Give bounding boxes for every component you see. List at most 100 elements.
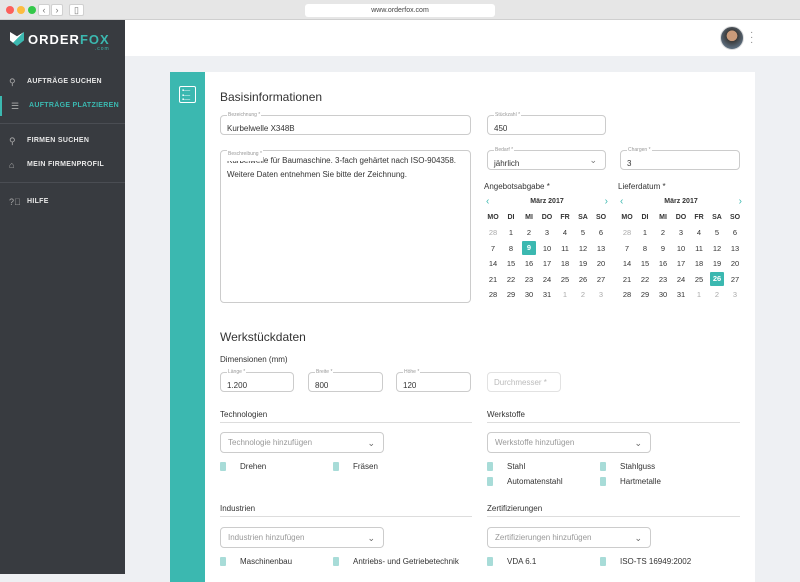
calendar-day[interactable]: 7: [618, 241, 636, 257]
calendar-day[interactable]: 27: [726, 272, 744, 288]
calendar-day[interactable]: 10: [672, 241, 690, 257]
calendar-day[interactable]: 25: [690, 272, 708, 288]
avatar[interactable]: [720, 26, 744, 50]
calendar-day[interactable]: 16: [520, 256, 538, 272]
laenge-field[interactable]: Länge * 1.200: [220, 369, 294, 392]
bedarf-select[interactable]: Bedarf * jährlich ⌄: [487, 147, 606, 170]
calendar-day[interactable]: 25: [556, 272, 574, 288]
calendar-day[interactable]: 27: [592, 272, 610, 288]
calendar-day[interactable]: 24: [538, 272, 556, 288]
trash-icon[interactable]: [333, 462, 339, 471]
calendar-day[interactable]: 30: [654, 287, 672, 303]
chargen-field[interactable]: Chargen * 3: [620, 147, 740, 170]
sidebar-item-hilfe[interactable]: ?⃝ HILFE: [0, 192, 125, 212]
trash-icon[interactable]: [600, 477, 606, 486]
trash-icon[interactable]: [600, 462, 606, 471]
trash-icon[interactable]: [487, 557, 493, 566]
minimize-window-button[interactable]: [17, 6, 25, 14]
calendar-day[interactable]: 16: [654, 256, 672, 272]
durchmesser-field[interactable]: Durchmesser *: [487, 372, 561, 392]
calendar-day[interactable]: 28: [484, 287, 502, 303]
calendar-day[interactable]: 3: [672, 225, 690, 241]
calendar-day[interactable]: 19: [708, 256, 726, 272]
trash-icon[interactable]: [220, 462, 226, 471]
calendar-day[interactable]: 18: [690, 256, 708, 272]
calendar-day[interactable]: 24: [672, 272, 690, 288]
calendar-day[interactable]: 3: [538, 225, 556, 241]
chevron-left-icon[interactable]: ‹: [620, 195, 623, 209]
trash-icon[interactable]: [487, 477, 493, 486]
werkstoffe-select[interactable]: Werkstoffe hinzufügen ⌄: [487, 432, 651, 453]
calendar-day[interactable]: 14: [618, 256, 636, 272]
address-bar[interactable]: www.orderfox.com: [305, 4, 495, 17]
calendar-day[interactable]: 13: [592, 241, 610, 257]
calendar-day[interactable]: 26: [574, 272, 592, 288]
calendar-day[interactable]: 28: [618, 287, 636, 303]
chevron-right-icon[interactable]: ›: [605, 195, 608, 209]
calendar-day[interactable]: 23: [520, 272, 538, 288]
maximize-window-button[interactable]: [28, 6, 36, 14]
calendar-day[interactable]: 8: [502, 241, 520, 257]
calendar-day[interactable]: 8: [636, 241, 654, 257]
calendar-day[interactable]: 18: [556, 256, 574, 272]
calendar-day[interactable]: 1: [636, 225, 654, 241]
sidebar-item-firmen-suchen[interactable]: ⚲ FIRMEN SUCHEN: [0, 131, 125, 151]
close-window-button[interactable]: [6, 6, 14, 14]
back-icon[interactable]: ‹: [38, 4, 50, 16]
calendar-day[interactable]: 23: [654, 272, 672, 288]
calendar-day[interactable]: 31: [538, 287, 556, 303]
calendar-day[interactable]: 19: [574, 256, 592, 272]
calendar-day[interactable]: 13: [726, 241, 744, 257]
calendar-day[interactable]: 14: [484, 256, 502, 272]
calendar-day[interactable]: 28: [618, 225, 636, 241]
calendar-day[interactable]: 4: [690, 225, 708, 241]
calendar-day[interactable]: 15: [636, 256, 654, 272]
calendar-day[interactable]: 3: [726, 287, 744, 303]
calendar-day-selected[interactable]: 9: [520, 241, 538, 257]
stueckzahl-field[interactable]: Stückzahl * 450: [487, 112, 606, 135]
calendar-day[interactable]: 12: [574, 241, 592, 257]
calendar-day[interactable]: 1: [502, 225, 520, 241]
trash-icon[interactable]: [600, 557, 606, 566]
calendar-day-selected[interactable]: 26: [708, 272, 726, 288]
technologie-select[interactable]: Technologie hinzufügen ⌄: [220, 432, 384, 453]
zertifizierungen-select[interactable]: Zertifizierungen hinzufügen ⌄: [487, 527, 651, 548]
calendar-day[interactable]: 1: [556, 287, 574, 303]
calendar-day[interactable]: 2: [654, 225, 672, 241]
breite-field[interactable]: Breite * 800: [308, 369, 383, 392]
calendar-day[interactable]: 12: [708, 241, 726, 257]
calendar-day[interactable]: 6: [592, 225, 610, 241]
beschreibung-textarea[interactable]: Beschreibung * Kurbelwelle für Baumaschin…: [220, 147, 471, 303]
sidebar-item-auftraege-platzieren[interactable]: ☰ AUFTRÄGE PLATZIEREN: [0, 96, 125, 116]
more-options-icon[interactable]: · · ·: [750, 28, 756, 48]
calendar-day[interactable]: 15: [502, 256, 520, 272]
calendar-day[interactable]: 22: [636, 272, 654, 288]
calendar-day[interactable]: 2: [520, 225, 538, 241]
calendar-day[interactable]: 3: [592, 287, 610, 303]
calendar-day[interactable]: 21: [484, 272, 502, 288]
chevron-right-icon[interactable]: ›: [739, 195, 742, 209]
calendar-day[interactable]: 2: [708, 287, 726, 303]
calendar-day[interactable]: 9: [654, 241, 672, 257]
calendar-day[interactable]: 17: [672, 256, 690, 272]
chevron-left-icon[interactable]: ‹: [486, 195, 489, 209]
calendar-day[interactable]: 11: [556, 241, 574, 257]
sidebar-toggle-icon[interactable]: ▯: [69, 4, 84, 16]
bezeichnung-field[interactable]: Bezeichnung * Kurbelwelle X348B: [220, 112, 471, 135]
calendar-day[interactable]: 2: [574, 287, 592, 303]
calendar-day[interactable]: 17: [538, 256, 556, 272]
trash-icon[interactable]: [333, 557, 339, 566]
calendar-day[interactable]: 7: [484, 241, 502, 257]
calendar-day[interactable]: 20: [726, 256, 744, 272]
trash-icon[interactable]: [487, 462, 493, 471]
calendar-day[interactable]: 5: [574, 225, 592, 241]
calendar-day[interactable]: 10: [538, 241, 556, 257]
forward-icon[interactable]: ›: [51, 4, 63, 16]
calendar-day[interactable]: 4: [556, 225, 574, 241]
calendar-day[interactable]: 11: [690, 241, 708, 257]
calendar-day[interactable]: 31: [672, 287, 690, 303]
calendar-day[interactable]: 28: [484, 225, 502, 241]
calendar-day[interactable]: 22: [502, 272, 520, 288]
calendar-day[interactable]: 29: [502, 287, 520, 303]
calendar-day[interactable]: 21: [618, 272, 636, 288]
